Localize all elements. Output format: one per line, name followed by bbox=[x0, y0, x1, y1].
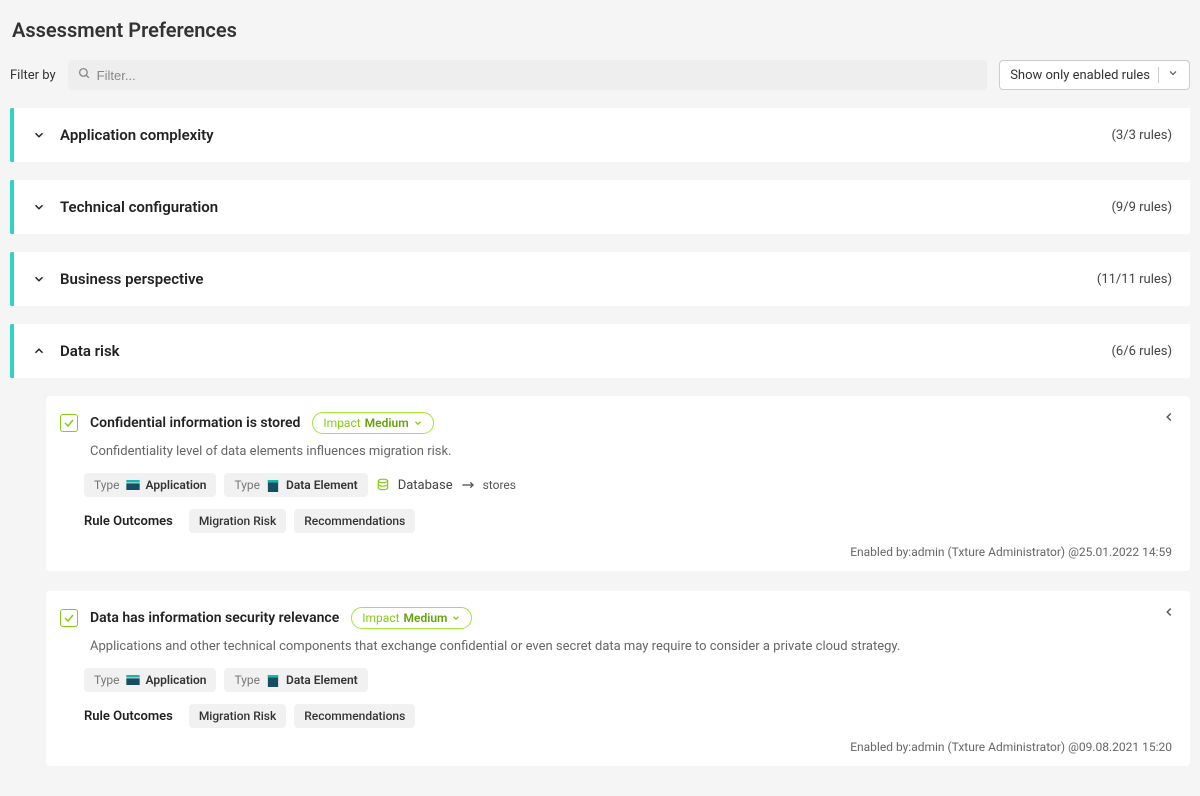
chip-value: Data Element bbox=[286, 478, 358, 492]
chip-value: Data Element bbox=[286, 673, 358, 687]
chevron-up-icon bbox=[32, 344, 46, 358]
category-data-risk[interactable]: Data risk (6/6 rules) bbox=[10, 324, 1190, 378]
chip-key: Type bbox=[94, 478, 120, 492]
database-icon bbox=[376, 477, 390, 493]
separator bbox=[1158, 67, 1159, 83]
category-title: Data risk bbox=[60, 342, 1097, 360]
outcome-chip-migration-risk[interactable]: Migration Risk bbox=[189, 704, 286, 728]
rule-title: Confidential information is stored bbox=[90, 415, 300, 431]
database-label: Database bbox=[398, 478, 453, 493]
rule-outcomes-label: Rule Outcomes bbox=[84, 514, 173, 529]
rule-footer: Enabled by:admin (Txture Administrator) … bbox=[60, 740, 1172, 754]
type-chip-data-element[interactable]: Type Data Element bbox=[224, 473, 367, 497]
rule-footer: Enabled by:admin (Txture Administrator) … bbox=[60, 545, 1172, 559]
chevron-down-icon bbox=[1167, 67, 1179, 83]
impact-level: Medium bbox=[404, 611, 448, 625]
chevron-down-icon bbox=[32, 128, 46, 142]
category-count: (11/11 rules) bbox=[1097, 272, 1172, 287]
chip-key: Type bbox=[234, 673, 260, 687]
data-element-icon bbox=[266, 675, 280, 685]
stores-label: stores bbox=[483, 478, 516, 492]
chip-key: Type bbox=[234, 478, 260, 492]
impact-dropdown[interactable]: Impact Medium bbox=[351, 607, 472, 629]
category-count: (9/9 rules) bbox=[1111, 200, 1172, 215]
outcome-chip-recommendations[interactable]: Recommendations bbox=[294, 704, 415, 728]
rule-type-row: Type Application Type Data Element bbox=[84, 668, 1172, 692]
filter-input[interactable] bbox=[97, 68, 978, 83]
type-chip-application[interactable]: Type Application bbox=[84, 473, 216, 497]
chip-value: Application bbox=[146, 478, 207, 492]
filter-by-label: Filter by bbox=[10, 68, 56, 83]
chevron-down-icon bbox=[451, 613, 461, 623]
arrow-right-icon bbox=[461, 480, 477, 490]
type-chip-application[interactable]: Type Application bbox=[84, 668, 216, 692]
chevron-down-icon bbox=[32, 200, 46, 214]
rule-card: Data has information security relevance … bbox=[46, 591, 1190, 766]
impact-label: Impact bbox=[323, 416, 360, 430]
chevron-down-icon bbox=[32, 272, 46, 286]
chip-value: Application bbox=[146, 673, 207, 687]
rule-collapse-button[interactable] bbox=[1162, 605, 1176, 623]
impact-label: Impact bbox=[362, 611, 399, 625]
rule-enabled-checkbox[interactable] bbox=[60, 609, 78, 627]
category-title: Application complexity bbox=[60, 126, 1097, 144]
filter-row: Filter by Show only enabled rules bbox=[10, 60, 1190, 90]
rule-title: Data has information security relevance bbox=[90, 610, 339, 626]
application-icon bbox=[126, 675, 140, 685]
category-technical-configuration[interactable]: Technical configuration (9/9 rules) bbox=[10, 180, 1190, 234]
category-count: (6/6 rules) bbox=[1111, 344, 1172, 359]
category-data-risk-rules: Confidential information is stored Impac… bbox=[10, 378, 1190, 766]
rule-description: Confidentiality level of data elements i… bbox=[90, 444, 1172, 459]
impact-dropdown[interactable]: Impact Medium bbox=[312, 412, 433, 434]
chevron-down-icon bbox=[413, 418, 423, 428]
search-icon bbox=[78, 67, 91, 84]
impact-level: Medium bbox=[365, 416, 409, 430]
type-chip-data-element[interactable]: Type Data Element bbox=[224, 668, 367, 692]
category-title: Business perspective bbox=[60, 270, 1083, 288]
outcome-chip-recommendations[interactable]: Recommendations bbox=[294, 509, 415, 533]
rule-outcomes-row: Rule Outcomes Migration Risk Recommendat… bbox=[84, 509, 1172, 533]
rule-card: Confidential information is stored Impac… bbox=[46, 396, 1190, 571]
data-element-icon bbox=[266, 480, 280, 490]
rule-type-row: Type Application Type Data Element D bbox=[84, 473, 1172, 497]
filter-input-container[interactable] bbox=[68, 60, 988, 90]
category-application-complexity[interactable]: Application complexity (3/3 rules) bbox=[10, 108, 1190, 162]
category-title: Technical configuration bbox=[60, 198, 1097, 216]
rule-description: Applications and other technical compone… bbox=[90, 639, 1172, 654]
page-title: Assessment Preferences bbox=[10, 10, 1190, 60]
application-icon bbox=[126, 480, 140, 490]
rule-outcomes-row: Rule Outcomes Migration Risk Recommendat… bbox=[84, 704, 1172, 728]
category-count: (3/3 rules) bbox=[1111, 128, 1172, 143]
show-only-enabled-dropdown[interactable]: Show only enabled rules bbox=[999, 60, 1190, 90]
category-business-perspective[interactable]: Business perspective (11/11 rules) bbox=[10, 252, 1190, 306]
rule-outcomes-label: Rule Outcomes bbox=[84, 709, 173, 724]
outcome-chip-migration-risk[interactable]: Migration Risk bbox=[189, 509, 286, 533]
stores-relation: stores bbox=[461, 478, 516, 492]
show-only-label: Show only enabled rules bbox=[1010, 68, 1150, 83]
rule-enabled-checkbox[interactable] bbox=[60, 414, 78, 432]
rule-collapse-button[interactable] bbox=[1162, 410, 1176, 428]
chip-key: Type bbox=[94, 673, 120, 687]
